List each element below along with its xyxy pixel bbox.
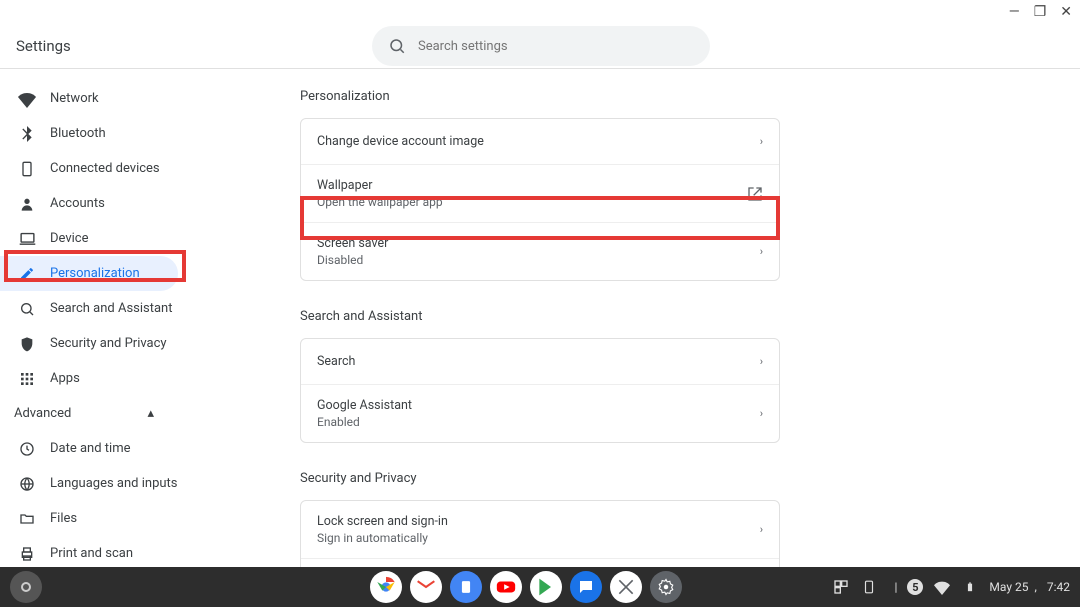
overview-icon[interactable] <box>832 578 850 596</box>
sidebar-label: Date and time <box>50 441 131 456</box>
pencil-icon <box>18 265 36 283</box>
security-card: Lock screen and sign-in Sign in automati… <box>300 500 780 569</box>
chevron-right-icon: › <box>760 355 763 368</box>
sidebar-item-personalization[interactable]: Personalization <box>0 256 178 291</box>
chevron-right-icon: › <box>760 245 763 258</box>
sidebar-label: Apps <box>50 371 80 386</box>
sidebar-item-print[interactable]: Print and scan <box>0 536 178 571</box>
battery-tray-icon <box>961 578 979 596</box>
chevron-right-icon: › <box>760 523 763 536</box>
tray-time: 7:42 <box>1047 580 1070 594</box>
sidebar-label: Bluetooth <box>50 126 106 141</box>
wifi-icon <box>18 90 36 108</box>
row-account-image[interactable]: Change device account image › <box>301 119 779 165</box>
apps-icon <box>18 370 36 388</box>
sidebar-label: Search and Assistant <box>50 301 173 316</box>
launcher-button[interactable] <box>10 571 42 603</box>
window-minimize[interactable]: — <box>1009 4 1020 20</box>
sidebar-label: Network <box>50 91 99 106</box>
app-settings-icon[interactable] <box>650 571 682 603</box>
row-primary: Lock screen and sign-in <box>317 514 448 529</box>
row-search[interactable]: Search › <box>301 339 779 385</box>
sidebar-item-apps[interactable]: Apps <box>0 361 178 396</box>
clock-icon <box>18 440 36 458</box>
row-screen-saver[interactable]: Screen saver Disabled › <box>301 223 779 280</box>
app-chrome-icon[interactable] <box>370 571 402 603</box>
sidebar-label: Security and Privacy <box>50 336 167 351</box>
content-area: Personalization Change device account im… <box>200 69 1080 569</box>
personalization-card: Change device account image › Wallpaper … <box>300 118 780 281</box>
app-docs-icon[interactable] <box>450 571 482 603</box>
row-google-assistant[interactable]: Google Assistant Enabled › <box>301 385 779 442</box>
sidebar-item-bluetooth[interactable]: Bluetooth <box>0 116 178 151</box>
search-icon <box>18 300 36 318</box>
row-primary: Wallpaper <box>317 178 443 193</box>
row-secondary: Sign in automatically <box>317 531 448 545</box>
row-wallpaper[interactable]: Wallpaper Open the wallpaper app <box>301 165 779 223</box>
chevron-up-icon: ▴ <box>147 406 154 421</box>
laptop-icon <box>18 230 36 248</box>
notification-count[interactable]: 5 <box>907 579 923 595</box>
sidebar-label: Files <box>50 511 77 526</box>
sidebar-item-device[interactable]: Device <box>0 221 178 256</box>
app-play-store-icon[interactable] <box>530 571 562 603</box>
window-close[interactable]: ✕ <box>1060 4 1072 20</box>
sidebar-label: Personalization <box>50 266 140 281</box>
row-primary: Google Assistant <box>317 398 412 413</box>
search-assistant-card: Search › Google Assistant Enabled › <box>300 338 780 443</box>
sidebar-label: Device <box>50 231 89 246</box>
row-secondary: Enabled <box>317 415 412 429</box>
row-primary: Screen saver <box>317 236 388 251</box>
person-icon <box>18 195 36 213</box>
sidebar-item-network[interactable]: Network <box>0 81 178 116</box>
row-lock-screen[interactable]: Lock screen and sign-in Sign in automati… <box>301 501 779 559</box>
app-gmail-icon[interactable] <box>410 571 442 603</box>
app-crosshair-icon[interactable] <box>610 571 642 603</box>
search-icon <box>388 37 406 55</box>
chevron-right-icon: › <box>760 407 763 420</box>
section-title-security: Security and Privacy <box>300 471 1080 486</box>
search-input[interactable] <box>418 39 694 54</box>
advanced-label: Advanced <box>14 406 71 421</box>
row-secondary: Open the wallpaper app <box>317 195 443 209</box>
sidebar-item-accounts[interactable]: Accounts <box>0 186 178 221</box>
section-title-personalization: Personalization <box>300 89 1080 104</box>
search-box[interactable] <box>372 26 710 66</box>
chevron-right-icon: › <box>760 135 763 148</box>
system-tray[interactable]: | 5 May 25 , 7:42 <box>832 578 1070 596</box>
row-primary: Search <box>317 354 355 369</box>
sidebar-item-datetime[interactable]: Date and time <box>0 431 178 466</box>
shelf: | 5 May 25 , 7:42 <box>0 567 1080 607</box>
section-title-search-assistant: Search and Assistant <box>300 309 1080 324</box>
sidebar: Network Bluetooth Connected devices Acco… <box>0 69 200 569</box>
sidebar-item-connected-devices[interactable]: Connected devices <box>0 151 178 186</box>
app-title: Settings <box>16 37 71 55</box>
sidebar-item-search-assistant[interactable]: Search and Assistant <box>0 291 178 326</box>
sidebar-item-files[interactable]: Files <box>0 501 178 536</box>
folder-icon <box>18 510 36 528</box>
bluetooth-icon <box>18 125 36 143</box>
printer-icon <box>18 545 36 563</box>
globe-icon <box>18 475 36 493</box>
open-external-icon <box>747 186 763 202</box>
shield-icon <box>18 335 36 353</box>
phone-hub-icon[interactable] <box>860 578 878 596</box>
app-messages-icon[interactable] <box>570 571 602 603</box>
sidebar-label: Connected devices <box>50 161 160 176</box>
phone-icon <box>18 160 36 178</box>
sidebar-group-advanced[interactable]: Advanced ▴ <box>0 396 180 431</box>
sidebar-label: Languages and inputs <box>50 476 178 491</box>
wifi-tray-icon <box>933 578 951 596</box>
sidebar-item-security[interactable]: Security and Privacy <box>0 326 178 361</box>
window-maximize[interactable]: ❐ <box>1034 4 1047 20</box>
app-youtube-icon[interactable] <box>490 571 522 603</box>
sidebar-label: Accounts <box>50 196 105 211</box>
sidebar-label: Print and scan <box>50 546 133 561</box>
row-secondary: Disabled <box>317 253 388 267</box>
sidebar-item-languages[interactable]: Languages and inputs <box>0 466 178 501</box>
row-primary: Change device account image <box>317 134 484 149</box>
shelf-apps <box>370 571 682 603</box>
tray-date: May 25 <box>989 580 1028 594</box>
